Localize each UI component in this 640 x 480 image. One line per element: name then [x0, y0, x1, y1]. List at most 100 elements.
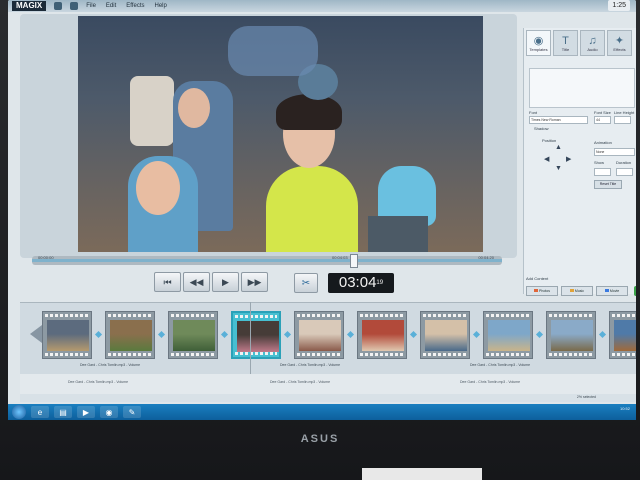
- duration-field[interactable]: [616, 168, 633, 176]
- clip-thumbnail: [425, 320, 467, 351]
- status-bar: 2% selected: [20, 394, 636, 402]
- go-to-start-button[interactable]: ⏮: [154, 272, 181, 292]
- audio-label: Dee Gard - Chris Tomlin.mp3 - Volume: [270, 380, 331, 384]
- tab-audio[interactable]: ♫ Audio: [580, 30, 605, 56]
- animation-select[interactable]: None: [594, 148, 635, 156]
- film-perforation: [612, 314, 636, 317]
- chrome-icon[interactable]: ◉: [100, 406, 118, 418]
- transition-icon[interactable]: [535, 330, 544, 339]
- fast-forward-button[interactable]: ▶▶: [241, 272, 268, 292]
- arrow-up-icon[interactable]: ▲: [555, 144, 562, 151]
- app-window: MAGIX File Edit Effects Help 1:25 00:00:…: [8, 0, 636, 420]
- font-select[interactable]: Times New Roman: [529, 116, 588, 124]
- media-player-icon[interactable]: ▶: [77, 406, 95, 418]
- right-panel: ◉ Templates T Title ♫ Audio ✦ Effects Font T…: [523, 28, 636, 294]
- show-field[interactable]: [594, 168, 611, 176]
- film-perforation: [297, 314, 341, 317]
- arrow-left-icon[interactable]: ◀: [544, 155, 549, 163]
- play-button[interactable]: ▶: [212, 272, 239, 292]
- system-tray: 10:52: [620, 406, 630, 411]
- rewind-button[interactable]: ◀◀: [183, 272, 210, 292]
- app-logo: MAGIX: [12, 1, 47, 11]
- menu-effects[interactable]: Effects: [126, 3, 144, 9]
- line-height-field[interactable]: [614, 116, 631, 124]
- storyboard-clip[interactable]: [483, 311, 533, 359]
- font-size-field[interactable]: 44: [594, 116, 611, 124]
- reset-title-button[interactable]: Reset Title: [594, 180, 622, 189]
- undo-icon[interactable]: [54, 2, 63, 10]
- scrub-current-time: 00:04:03: [332, 255, 348, 260]
- transport-controls: ⏮ ◀◀ ▶ ▶▶: [154, 272, 268, 292]
- timecode-display: 03:0419: [328, 273, 394, 293]
- menu-bar: File Edit Effects Help: [86, 3, 167, 9]
- scrub-handle[interactable]: [350, 254, 358, 268]
- arrow-right-icon[interactable]: ▶: [566, 155, 571, 163]
- photos-icon: [534, 289, 539, 292]
- apply-button[interactable]: [634, 286, 636, 296]
- storyboard-clip[interactable]: [105, 311, 155, 359]
- ie-icon[interactable]: e: [31, 406, 49, 418]
- menu-edit[interactable]: Edit: [106, 3, 116, 9]
- storyboard-clip[interactable]: [546, 311, 596, 359]
- monitor-brand-logo: ASUS: [300, 433, 340, 445]
- hair-shape: [276, 94, 342, 130]
- magix-icon[interactable]: ✎: [123, 406, 141, 418]
- scroll-left-icon[interactable]: [30, 325, 42, 343]
- storyboard-clip[interactable]: [294, 311, 344, 359]
- add-movie-button[interactable]: Movie: [596, 286, 628, 296]
- audio-label: Dee Gard - Chris Tomlin.mp3 - Volume: [68, 380, 129, 384]
- clip-thumbnail: [110, 320, 152, 351]
- animation-label: Animation: [594, 140, 612, 145]
- storyboard-clip[interactable]: [231, 311, 281, 359]
- film-perforation: [297, 353, 341, 356]
- film-perforation: [486, 314, 530, 317]
- redo-icon[interactable]: [70, 2, 79, 10]
- position-pad[interactable]: ▲ ◀ ▶ ▼: [544, 144, 574, 174]
- folder-icon[interactable]: ▤: [54, 406, 72, 418]
- storyboard-clip[interactable]: [168, 311, 218, 359]
- start-button[interactable]: [12, 405, 26, 419]
- storyboard-clip[interactable]: [420, 311, 470, 359]
- storyboard-clip[interactable]: [42, 311, 92, 359]
- film-perforation: [171, 353, 215, 356]
- person-shape: [130, 76, 174, 146]
- transition-icon[interactable]: [346, 330, 355, 339]
- taskbar: e ▤ ▶ ◉ ✎ 10:52: [8, 404, 636, 420]
- transition-icon[interactable]: [472, 330, 481, 339]
- video-preview[interactable]: [78, 16, 483, 252]
- cut-button[interactable]: ✂: [294, 273, 318, 293]
- tab-effects[interactable]: ✦ Effects: [607, 30, 632, 56]
- film-perforation: [235, 315, 277, 318]
- audio-icon: ♫: [588, 34, 597, 47]
- tab-title[interactable]: T Title: [553, 30, 578, 56]
- taskbar-clock[interactable]: 10:52: [620, 406, 630, 411]
- transition-icon[interactable]: [598, 330, 607, 339]
- face-shape: [178, 88, 210, 128]
- shadow-label: Shadow: [534, 126, 549, 131]
- add-music-button[interactable]: Music: [561, 286, 593, 296]
- add-photos-button[interactable]: Photos: [526, 286, 558, 296]
- title-text-box[interactable]: [529, 68, 635, 108]
- menu-help[interactable]: Help: [154, 3, 166, 9]
- scrub-start-time: 00:00:00: [38, 255, 54, 260]
- tab-label: Audio: [587, 46, 598, 52]
- storyboard-clip[interactable]: [609, 311, 636, 359]
- transition-icon[interactable]: [283, 330, 292, 339]
- film-perforation: [486, 353, 530, 356]
- audio-track[interactable]: Dee Gard - Chris Tomlin.mp3 - Volume Dee…: [20, 374, 636, 396]
- add-content-label: Add Content: [526, 276, 549, 281]
- transition-icon[interactable]: [409, 330, 418, 339]
- position-label: Position: [542, 138, 557, 143]
- transition-icon[interactable]: [220, 330, 229, 339]
- tab-label: Templates: [529, 46, 548, 52]
- transition-icon[interactable]: [157, 330, 166, 339]
- tab-templates[interactable]: ◉ Templates: [526, 30, 551, 56]
- tab-label: Effects: [613, 46, 626, 52]
- preview-scrub-bar[interactable]: 00:00:00 00:04:03 00:04:20: [32, 254, 502, 268]
- storyboard-clip[interactable]: [357, 311, 407, 359]
- clip-thumbnail: [237, 321, 279, 352]
- menu-file[interactable]: File: [86, 3, 96, 9]
- arrow-down-icon[interactable]: ▼: [555, 165, 562, 172]
- transition-icon[interactable]: [94, 330, 103, 339]
- font-label: Font: [529, 110, 538, 115]
